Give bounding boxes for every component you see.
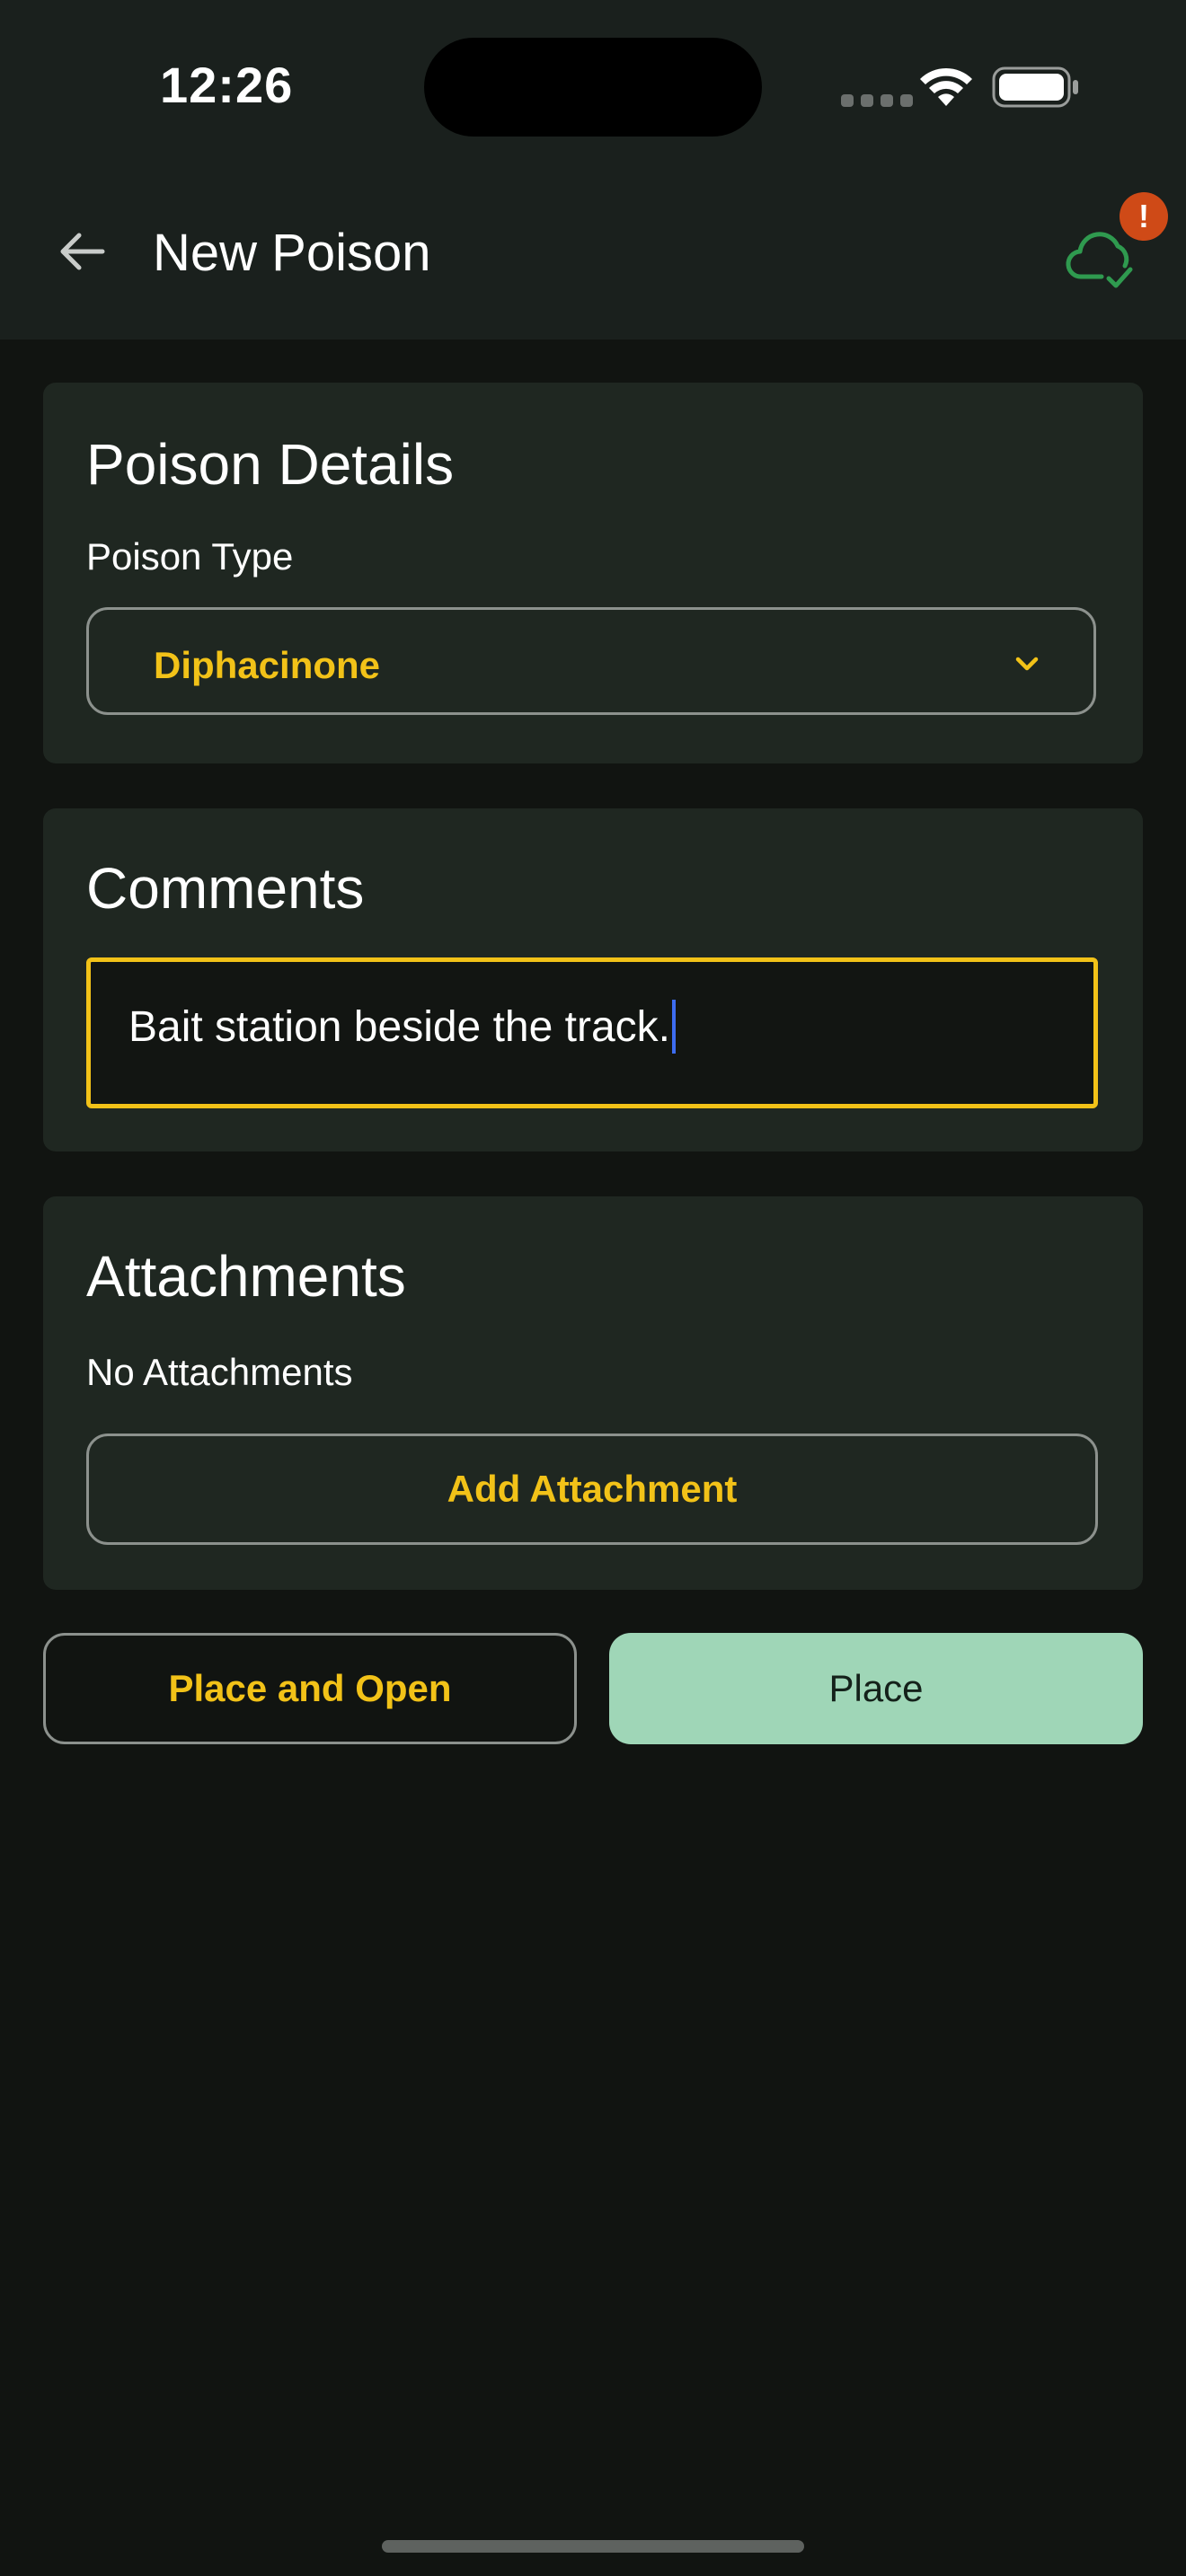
arrow-left-icon bbox=[60, 233, 105, 270]
status-time: 12:26 bbox=[160, 57, 294, 113]
dynamic-island bbox=[424, 38, 762, 137]
new-poison-screen: 12:26 New Poison ! Poison Details Poison… bbox=[0, 0, 1186, 2576]
back-button[interactable] bbox=[45, 216, 117, 287]
attachments-title: Attachments bbox=[86, 1244, 406, 1309]
poison-details-title: Poison Details bbox=[86, 432, 455, 497]
comments-card: Comments Bait station beside the track. bbox=[43, 808, 1143, 1151]
sync-warning-badge: ! bbox=[1120, 192, 1168, 241]
poison-type-label: Poison Type bbox=[86, 535, 294, 578]
poison-details-card: Poison Details Poison Type Diphacinone bbox=[43, 383, 1143, 763]
comments-value: Bait station beside the track. bbox=[128, 1002, 670, 1051]
no-attachments-text: No Attachments bbox=[86, 1351, 353, 1393]
page-title: New Poison bbox=[153, 224, 431, 282]
comments-title: Comments bbox=[86, 856, 365, 921]
status-bar: 12:26 bbox=[0, 0, 1186, 171]
comments-input[interactable]: Bait station beside the track. bbox=[86, 957, 1098, 1108]
attachments-card: Attachments No Attachments Add Attachmen… bbox=[43, 1196, 1143, 1590]
place-button[interactable]: Place bbox=[609, 1633, 1143, 1744]
comments-input-text: Bait station beside the track. bbox=[128, 1000, 676, 1054]
chevron-down-icon bbox=[1015, 657, 1039, 671]
add-attachment-button[interactable]: Add Attachment bbox=[86, 1434, 1098, 1545]
home-indicator bbox=[382, 2540, 804, 2553]
app-bar: New Poison ! bbox=[0, 171, 1186, 340]
cellular-signal-icon bbox=[841, 94, 913, 107]
battery-icon bbox=[992, 66, 1078, 108]
place-and-open-button[interactable]: Place and Open bbox=[43, 1633, 577, 1744]
poison-type-select[interactable]: Diphacinone bbox=[86, 607, 1096, 715]
poison-type-value: Diphacinone bbox=[154, 644, 381, 686]
text-caret bbox=[672, 1000, 676, 1054]
wifi-icon bbox=[920, 67, 972, 106]
